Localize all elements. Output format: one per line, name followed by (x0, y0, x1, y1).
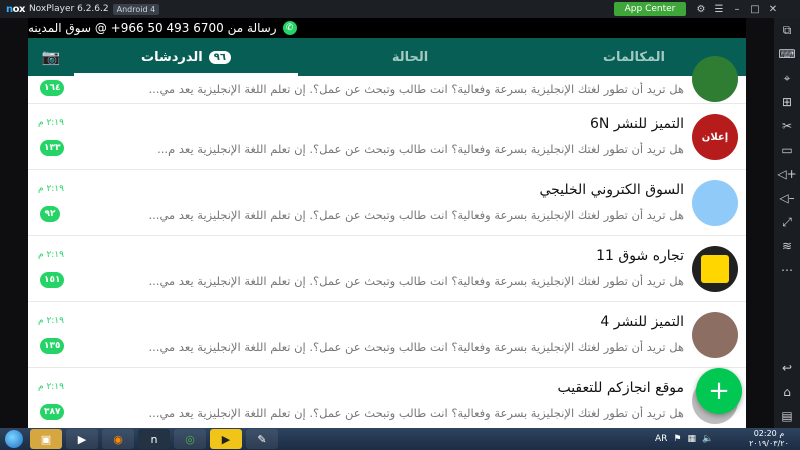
apk-icon[interactable]: ⊞ (774, 90, 800, 114)
whatsapp-icon: ✆ (282, 21, 297, 35)
unread-count-badge: ٣٨٧ (40, 404, 65, 420)
windows-logo-icon (5, 430, 23, 448)
chat-preview: هل تريد أن تطور لغتك الإنجليزية بسرعة وف… (148, 340, 685, 354)
chat-row[interactable]: هل تريد أن تطور لغتك الإنجليزية بسرعة وف… (28, 56, 746, 104)
nox-toolbar: ⧉ ⌨ ⌖ ⊞ ✂ ▭ ◁+ ◁– ⤢ ≋ ⋯ ↩ ⌂ ▤ (774, 18, 800, 428)
chat-preview: هل تريد أن تطور لغتك الإنجليزية بسرعة وف… (157, 142, 684, 156)
minimize-icon[interactable]: – (728, 4, 746, 15)
tab-status[interactable]: الحالة (298, 38, 522, 76)
chat-avatar: إعلان (692, 114, 738, 160)
whatsapp-tab-bar: 📷 الدردشات ٩٦ الحالة المكالمات (28, 38, 746, 76)
folder-icon[interactable]: ▭ (774, 138, 800, 162)
unread-count-badge: ١٣٥ (40, 338, 65, 354)
start-button[interactable] (0, 428, 28, 450)
firefox-icon[interactable]: ◉ (102, 429, 134, 449)
android-version-badge: Android 4 (112, 3, 160, 15)
tab-status-label: الحالة (391, 49, 429, 65)
nox-app-icon[interactable]: n (138, 429, 170, 449)
location-icon[interactable]: ⌖ (774, 66, 800, 90)
unread-count-badge: ٩٢ (40, 206, 60, 222)
chat-time: ٢:١٩ م (38, 382, 64, 392)
recent-apps-icon[interactable]: ▤ (774, 404, 800, 428)
volume-up-icon[interactable]: ◁+ (774, 162, 800, 186)
chat-time: ٢:١٩ م (38, 316, 64, 326)
clock-date: ٢٠١٩/٠٣/٢٠ (749, 439, 789, 448)
close-icon[interactable]: ✕ (764, 4, 782, 15)
home-icon[interactable]: ⌂ (774, 380, 800, 404)
nox-title-bar: nox NoxPlayer 6.2.6.2 Android 4 App Cent… (0, 0, 800, 18)
chat-list: هل تريد أن تطور لغتك الإنجليزية بسرعة وف… (28, 56, 746, 428)
chat-row[interactable]: إعلان التميز للنشر 6N هل تريد أن تطور لغ… (28, 104, 746, 170)
unread-count-badge: ١٦٤ (40, 80, 65, 96)
chats-unread-badge: ٩٦ (208, 50, 231, 64)
chrome-icon[interactable]: ◎ (174, 429, 206, 449)
more-icon[interactable]: ⋯ (774, 258, 800, 282)
media-player-icon[interactable]: ▶ (66, 429, 98, 449)
explorer-icon[interactable]: ▣ (30, 429, 62, 449)
app-center-button[interactable]: App Center (614, 2, 686, 16)
tab-chats[interactable]: الدردشات ٩٦ (74, 38, 298, 76)
windows-taskbar: ▣ ▶ ◉ n ◎ ▶ ✎ AR ⚑ ▦ 🔈 02:20 م ٢٠١٩/٠٣/٢… (0, 428, 800, 450)
unread-count-badge: ١٥١ (40, 272, 65, 288)
notification-text: رسالة من 6700 493 50 966+ @ سوق المدينه (28, 21, 277, 35)
notification-bar[interactable]: ✆ رسالة من 6700 493 50 966+ @ سوق المدين… (28, 18, 746, 38)
chat-row[interactable]: موقع انجازكم للتعقيب هل تريد أن تطور لغت… (28, 368, 746, 428)
chat-name: موقع انجازكم للتعقيب (557, 380, 684, 396)
flag-icon[interactable]: ⚑ (673, 434, 681, 444)
screenshot-icon[interactable]: ✂ (774, 114, 800, 138)
chat-avatar (692, 180, 738, 226)
fullscreen-icon[interactable]: ⤢ (774, 210, 800, 234)
chat-name: تجاره شوق 11 (596, 248, 684, 264)
paint-icon[interactable]: ✎ (246, 429, 278, 449)
keyboard-icon[interactable]: ⌨ (774, 42, 800, 66)
multi-window-icon[interactable]: ⧉ (774, 18, 800, 42)
chat-name: التميز للنشر 6N (589, 116, 684, 132)
back-icon[interactable]: ↩ (774, 356, 800, 380)
language-indicator[interactable]: AR (655, 434, 667, 444)
chat-preview: هل تريد أن تطور لغتك الإنجليزية بسرعة وف… (148, 406, 685, 420)
android-screen: ✆ رسالة من 6700 493 50 966+ @ سوق المدين… (28, 18, 746, 428)
shake-icon[interactable]: ≋ (774, 234, 800, 258)
chat-avatar (692, 56, 738, 102)
maximize-icon[interactable]: □ (746, 4, 764, 15)
tab-chats-label: الدردشات (141, 49, 203, 65)
chat-row[interactable]: تجاره شوق 11 هل تريد أن تطور لغتك الإنجل… (28, 236, 746, 302)
window-controls: ⚙ ☰ – □ ✕ (692, 0, 782, 18)
chat-avatar (692, 312, 738, 358)
settings-icon[interactable]: ⚙ (692, 4, 710, 15)
unread-count-badge: ١٣٣ (40, 140, 65, 156)
tab-calls-label: المكالمات (602, 49, 666, 65)
chat-time: ٢:١٩ م (38, 184, 64, 194)
nox-version: NoxPlayer 6.2.6.2 (28, 4, 109, 14)
camera-icon[interactable]: 📷 (28, 38, 74, 76)
chat-time: ٢:١٩ م (38, 118, 64, 128)
menu-icon[interactable]: ☰ (710, 4, 728, 15)
new-chat-fab[interactable]: + (696, 368, 742, 414)
nox-logo: nox (6, 3, 25, 15)
speaker-icon[interactable]: 🔈 (702, 434, 713, 444)
chat-preview: هل تريد أن تطور لغتك الإنجليزية بسرعة وف… (148, 208, 685, 222)
chat-name: السوق الكتروني الخليجي (539, 182, 684, 198)
taskbar-clock[interactable]: 02:20 م ٢٠١٩/٠٣/٢٠ (744, 429, 794, 449)
chat-row[interactable]: التميز للنشر 4 هل تريد أن تطور لغتك الإن… (28, 302, 746, 368)
clock-time: 02:20 م (753, 429, 785, 438)
chat-row[interactable]: السوق الكتروني الخليجي هل تريد أن تطور ل… (28, 170, 746, 236)
chat-preview: هل تريد أن تطور لغتك الإنجليزية بسرعة وف… (148, 274, 685, 288)
chat-preview: هل تريد أن تطور لغتك الإنجليزية بسرعة وف… (148, 82, 685, 96)
system-tray: AR ⚑ ▦ 🔈 (652, 428, 716, 450)
volume-down-icon[interactable]: ◁– (774, 186, 800, 210)
chat-avatar (692, 246, 738, 292)
chat-name: التميز للنشر 4 (600, 314, 684, 330)
network-icon[interactable]: ▦ (688, 434, 697, 444)
chat-time: ٢:١٩ م (38, 250, 64, 260)
player-icon[interactable]: ▶ (210, 429, 242, 449)
